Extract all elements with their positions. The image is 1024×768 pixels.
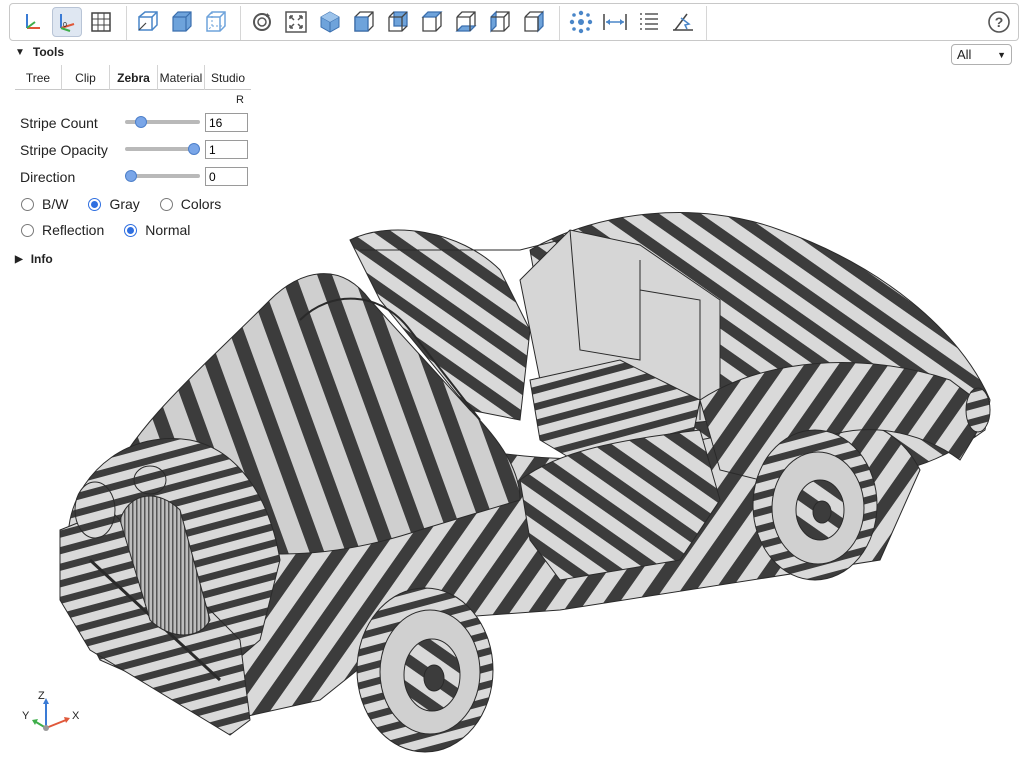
toolbar: 0 ? xyxy=(9,3,1019,41)
stripe-count-input[interactable] xyxy=(205,113,248,132)
car-model xyxy=(59,212,991,753)
tab-material[interactable]: Material xyxy=(158,65,205,90)
right-view-icon[interactable] xyxy=(519,7,549,37)
front-wheel xyxy=(356,587,494,753)
tab-clip[interactable]: Clip xyxy=(62,65,110,90)
solid-cube-icon[interactable] xyxy=(167,7,197,37)
left-view-icon[interactable] xyxy=(485,7,515,37)
viewport-3d[interactable] xyxy=(0,200,1024,768)
perspective-icon[interactable] xyxy=(133,7,163,37)
direction-label: Direction xyxy=(20,169,76,185)
tools-title: Tools xyxy=(32,45,65,59)
stripe-opacity-input[interactable] xyxy=(205,140,248,159)
filter-select[interactable]: All ▼ xyxy=(951,44,1012,65)
axes-icon[interactable] xyxy=(18,7,48,37)
direction-input[interactable] xyxy=(205,167,248,186)
stripe-opacity-slider-thumb[interactable] xyxy=(188,143,200,155)
rear-view-icon[interactable] xyxy=(383,7,413,37)
tab-studio[interactable]: Studio xyxy=(205,65,251,90)
stripe-count-slider-thumb[interactable] xyxy=(135,116,148,128)
tools-section-toggle[interactable]: ▼ Tools xyxy=(15,45,64,59)
stripe-opacity-label: Stripe Opacity xyxy=(20,142,108,158)
explode-icon[interactable] xyxy=(566,7,596,37)
axes-origin-icon[interactable]: 0 xyxy=(52,7,82,37)
axis-x-label: X xyxy=(72,710,80,722)
wireframe-cube-icon[interactable] xyxy=(201,7,231,37)
chevron-down-icon: ▼ xyxy=(997,49,1006,60)
rear-wheel xyxy=(752,429,878,581)
tab-tree[interactable]: Tree xyxy=(15,65,62,90)
measure-angle-icon[interactable] xyxy=(668,7,698,37)
bottom-view-icon[interactable] xyxy=(451,7,481,37)
axis-z-label: Z xyxy=(38,690,45,702)
svg-text:0: 0 xyxy=(63,22,67,29)
svg-text:?: ? xyxy=(995,14,1004,30)
axis-triad: Z X Y xyxy=(20,690,90,740)
front-view-icon[interactable] xyxy=(349,7,379,37)
axis-y-label: Y xyxy=(22,710,30,722)
tab-zebra[interactable]: Zebra xyxy=(110,65,158,90)
grid-icon[interactable] xyxy=(86,7,116,37)
iso-view-icon[interactable] xyxy=(315,7,345,37)
top-view-icon[interactable] xyxy=(417,7,447,37)
stripe-count-label: Stripe Count xyxy=(20,115,98,131)
direction-slider-thumb[interactable] xyxy=(125,170,137,182)
properties-icon[interactable] xyxy=(634,7,664,37)
help-icon[interactable]: ? xyxy=(984,7,1014,37)
fit-view-icon[interactable] xyxy=(281,7,311,37)
chevron-down-icon: ▼ xyxy=(15,46,25,58)
reset-view-icon[interactable] xyxy=(247,7,277,37)
measure-distance-icon[interactable] xyxy=(600,7,630,37)
tools-tabs: Tree Clip Zebra Material Studio xyxy=(15,65,251,90)
filter-select-value: All xyxy=(957,47,972,62)
reset-label[interactable]: R xyxy=(236,94,244,106)
